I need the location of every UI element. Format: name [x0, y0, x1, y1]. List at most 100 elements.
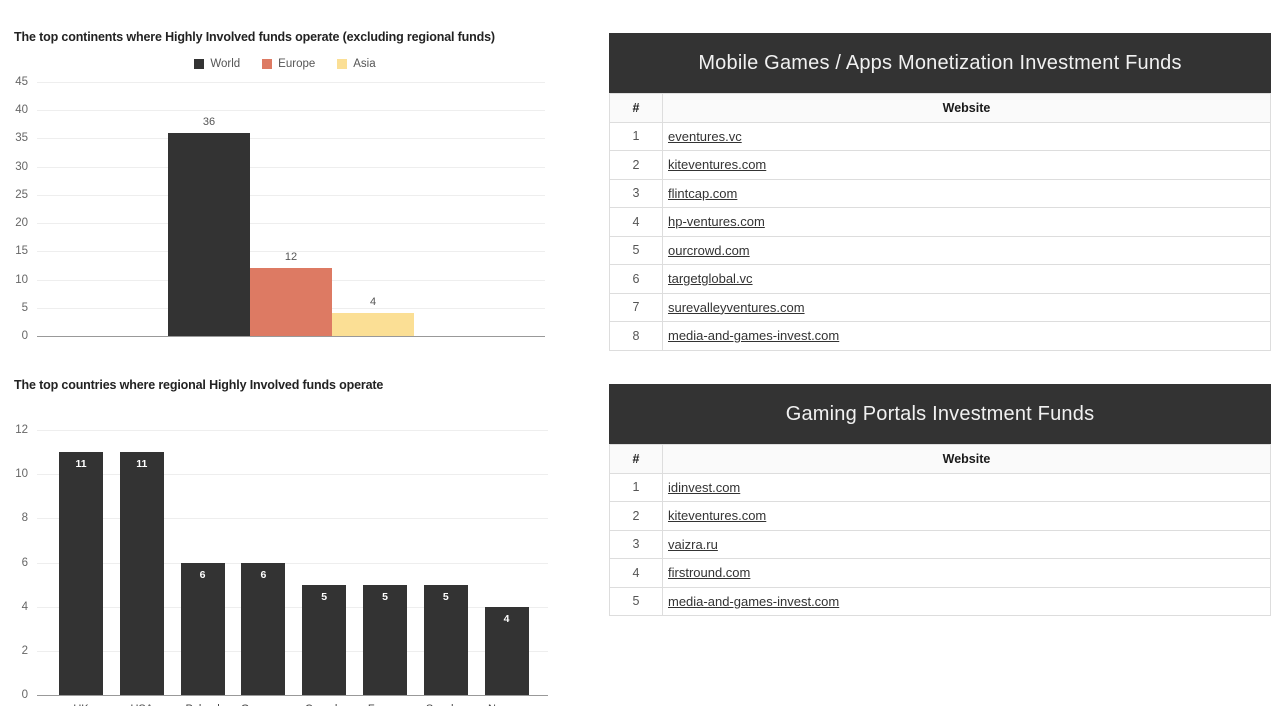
- chart-countries-plot: 02468101211UK11USA6Poland6Germany5Canada…: [0, 402, 570, 706]
- bar-world[interactable]: [168, 132, 250, 336]
- y-axis-tick-label: 10: [15, 273, 28, 286]
- table-body-mobile-games: 1 eventures.vc 2 kiteventures.com 3 flintcap.…: [609, 121, 1271, 351]
- bar-value-label: 12: [284, 251, 298, 264]
- website-link[interactable]: vaizra.ru: [668, 537, 718, 552]
- gridline: [37, 518, 548, 520]
- website-link[interactable]: media-and-games-invest.com: [668, 328, 839, 343]
- website-link[interactable]: hp-ventures.com: [668, 214, 765, 229]
- table-body-gaming-portals: 1 idinvest.com 2 kiteventures.com 3 vaizra.ru…: [609, 472, 1271, 616]
- table-row: 2 kiteventures.com: [609, 150, 1271, 180]
- bar-asia[interactable]: [332, 313, 414, 336]
- row-number: 8: [609, 321, 663, 351]
- website-cell: kiteventures.com: [662, 501, 1271, 531]
- bar-germany[interactable]: [241, 562, 286, 695]
- table-row: 8 media-and-games-invest.com: [609, 321, 1271, 351]
- row-number: 3: [609, 529, 663, 559]
- table-header-row: # Website: [609, 444, 1271, 474]
- chart-continents-legend: World Europe Asia: [0, 58, 570, 70]
- website-link[interactable]: kiteventures.com: [668, 508, 766, 523]
- column-header-website: Website: [662, 93, 1271, 123]
- website-cell: hp-ventures.com: [662, 207, 1271, 237]
- website-link[interactable]: kiteventures.com: [668, 157, 766, 172]
- table-row: 2 kiteventures.com: [609, 501, 1271, 531]
- bar-value-label: 5: [442, 590, 449, 603]
- website-cell: firstround.com: [662, 558, 1271, 588]
- row-number: 1: [609, 121, 663, 151]
- row-number: 2: [609, 150, 663, 180]
- table-row: 3 vaizra.ru: [609, 529, 1271, 559]
- website-link[interactable]: surevalleyventures.com: [668, 300, 805, 315]
- table-row: 6 targetglobal.vc: [609, 264, 1271, 294]
- website-link[interactable]: targetglobal.vc: [668, 271, 753, 286]
- bar-usa[interactable]: [119, 452, 164, 695]
- bar-value-label: 6: [199, 568, 206, 581]
- y-axis-tick-label: 10: [15, 468, 28, 481]
- y-axis-tick-label: 20: [15, 217, 28, 230]
- x-axis-line: [37, 336, 545, 337]
- bar-value-label: 11: [136, 458, 148, 471]
- table-header-row: # Website: [609, 93, 1271, 123]
- website-cell: surevalleyventures.com: [662, 292, 1271, 322]
- y-axis-tick-label: 8: [21, 512, 28, 525]
- gridline: [37, 110, 545, 112]
- chart-continents-plot: 0 5 10 15 20 25 30 35 40 45 36 12 4: [0, 76, 570, 352]
- legend-item-world: World: [194, 58, 240, 70]
- y-axis-tick-label: 5: [21, 301, 28, 314]
- table-row: 5 ourcrowd.com: [609, 235, 1271, 265]
- website-link[interactable]: eventures.vc: [668, 129, 742, 144]
- website-cell: kiteventures.com: [662, 150, 1271, 180]
- bar-value-label: 5: [321, 590, 328, 603]
- funds-table-mobile-games: Mobile Games / Apps Monetization Investm…: [609, 33, 1271, 351]
- table-row: 4 hp-ventures.com: [609, 207, 1271, 237]
- legend-swatch-world: [194, 59, 205, 69]
- website-link[interactable]: flintcap.com: [668, 186, 737, 201]
- bar-value-label: 6: [260, 568, 267, 581]
- bar-value-label: 5: [382, 590, 388, 603]
- chart-continents: The top continents where Highly Involved…: [0, 30, 570, 360]
- website-cell: targetglobal.vc: [662, 264, 1271, 294]
- page-root: The top continents where Highly Involved…: [0, 0, 1287, 706]
- website-link[interactable]: media-and-games-invest.com: [668, 594, 839, 609]
- legend-label-europe: Europe: [278, 58, 316, 70]
- bar-uk[interactable]: [59, 452, 103, 695]
- row-number: 6: [609, 264, 663, 294]
- table-mobile-games: # Website 1 eventures.vc 2 kiteventures.com…: [609, 93, 1271, 351]
- website-link[interactable]: firstround.com: [668, 565, 750, 580]
- legend-label-world: World: [210, 58, 241, 70]
- row-number: 1: [609, 472, 663, 502]
- table-row: 7 surevalleyventures.com: [609, 292, 1271, 322]
- chart-continents-title: The top continents where Highly Involved…: [14, 30, 495, 44]
- legend-item-asia: Asia: [337, 58, 376, 70]
- y-axis-tick-label: 2: [21, 644, 28, 657]
- bar-europe[interactable]: [250, 268, 332, 336]
- gridline: [37, 562, 548, 564]
- y-axis-tick-label: 6: [21, 556, 28, 569]
- table-row: 3 flintcap.com: [609, 178, 1271, 208]
- row-number: 3: [609, 178, 663, 208]
- gridline: [37, 194, 545, 196]
- table-row: 5 media-and-games-invest.com: [609, 586, 1271, 616]
- website-cell: vaizra.ru: [662, 529, 1271, 559]
- gridline: [37, 606, 548, 608]
- website-link[interactable]: idinvest.com: [668, 480, 740, 495]
- row-number: 5: [609, 235, 663, 265]
- legend-item-europe: Europe: [262, 58, 315, 70]
- y-axis-tick-label: 25: [15, 188, 28, 201]
- bar-value-label: 4: [369, 296, 377, 309]
- website-cell: ourcrowd.com: [662, 235, 1271, 265]
- x-axis-line: [37, 695, 548, 696]
- row-number: 4: [609, 207, 663, 237]
- y-axis-tick-label: 30: [15, 160, 28, 173]
- row-number: 7: [609, 292, 663, 322]
- website-cell: eventures.vc: [662, 121, 1271, 151]
- table-header-gaming-portals: Gaming Portals Investment Funds: [609, 384, 1271, 444]
- funds-table-gaming-portals: Gaming Portals Investment Funds # Websit…: [609, 384, 1271, 616]
- gridline: [37, 474, 548, 476]
- y-axis-tick-label: 15: [15, 245, 28, 258]
- bar-poland[interactable]: [180, 562, 225, 695]
- website-cell: flintcap.com: [662, 178, 1271, 208]
- website-link[interactable]: ourcrowd.com: [668, 243, 750, 258]
- bar-value-label: 36: [202, 115, 216, 128]
- website-cell: idinvest.com: [662, 472, 1271, 502]
- chart-countries-title: The top countries where regional Highly …: [14, 378, 384, 392]
